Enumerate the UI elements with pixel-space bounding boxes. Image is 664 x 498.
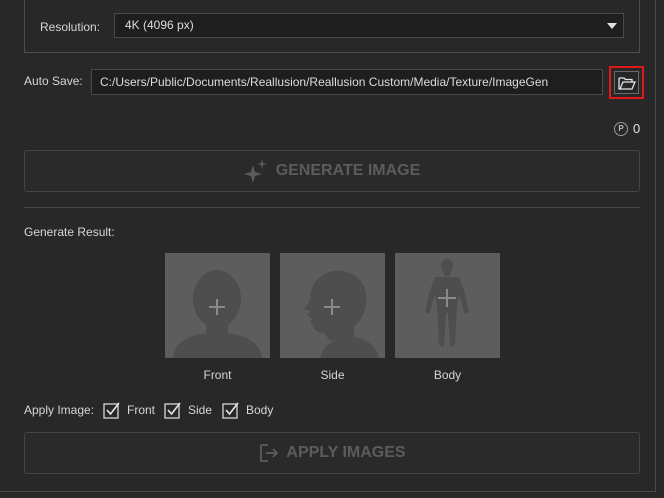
resolution-label: Resolution: [40, 20, 101, 34]
front-thumbnail-label: Front [203, 368, 232, 382]
generate-image-button[interactable]: GENERATE IMAGE [24, 150, 640, 192]
resolution-value: 4K (4096 px) [125, 18, 194, 32]
apply-body-checkbox[interactable]: Body [222, 401, 273, 419]
autosave-label: Auto Save: [24, 74, 83, 88]
body-thumbnail-label: Body [433, 368, 462, 382]
generate-image-label: GENERATE IMAGE [275, 162, 421, 179]
browse-folder-highlight [609, 66, 644, 99]
autosave-path-value: C:/Users/Public/Documents/Reallusion/Rea… [100, 75, 549, 89]
generate-result-label: Generate Result: [24, 225, 115, 239]
front-thumbnail[interactable] [165, 253, 270, 358]
apply-side-label: Side [188, 403, 213, 417]
body-silhouette-icon [425, 259, 469, 347]
apply-images-label: APPLY IMAGES [286, 444, 406, 461]
points-counter: P 0 [614, 121, 640, 136]
apply-body-label: Body [246, 403, 274, 417]
front-head-silhouette-icon [173, 270, 262, 358]
side-thumbnail-label: Side [320, 368, 345, 382]
checkbox-checked-icon [164, 402, 181, 419]
checkbox-checked-icon [103, 402, 120, 419]
side-thumbnail[interactable] [280, 253, 385, 358]
apply-image-label: Apply Image: [24, 403, 95, 417]
browse-folder-button[interactable] [614, 71, 639, 94]
autosave-path-field[interactable]: C:/Users/Public/Documents/Reallusion/Rea… [91, 69, 603, 95]
apply-front-label: Front [127, 403, 156, 417]
apply-images-button[interactable]: APPLY IMAGES [24, 432, 640, 474]
points-value: 0 [633, 121, 641, 136]
points-icon: P [614, 121, 628, 136]
import-icon [260, 444, 279, 462]
folder-open-icon [618, 77, 636, 90]
side-head-silhouette-icon [304, 270, 379, 358]
body-thumbnail[interactable] [395, 253, 500, 358]
dropdown-arrow-icon [607, 23, 617, 29]
apply-side-checkbox[interactable]: Side [164, 401, 212, 419]
checkbox-checked-icon [222, 402, 239, 419]
section-divider [24, 207, 640, 208]
apply-front-checkbox[interactable]: Front [103, 401, 155, 419]
sparkle-icon [243, 159, 267, 183]
resolution-dropdown[interactable]: 4K (4096 px) [114, 13, 624, 38]
